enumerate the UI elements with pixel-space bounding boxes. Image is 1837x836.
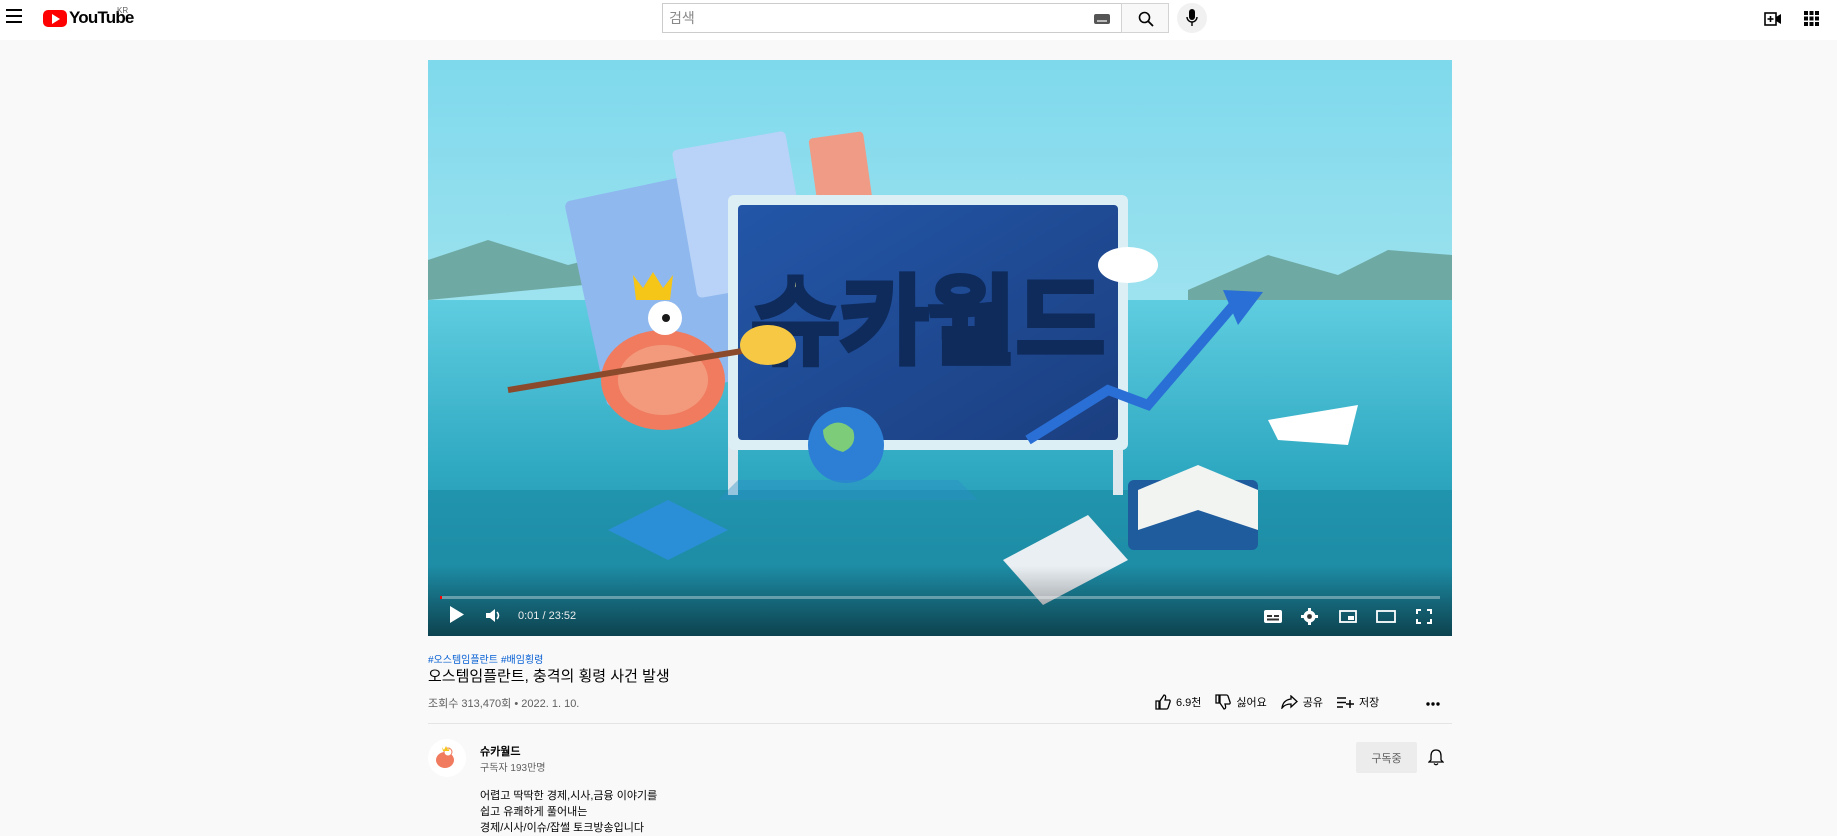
subtitles-icon[interactable] (1264, 610, 1282, 623)
settings-gear-icon[interactable] (1301, 608, 1318, 625)
save-playlist-icon (1337, 696, 1355, 708)
search-icon (1138, 11, 1154, 27)
region-code: KR (117, 6, 129, 15)
share-button[interactable]: 공유 (1281, 694, 1323, 710)
microphone-icon (1186, 9, 1198, 26)
progress-fill (440, 596, 442, 599)
description-line: 어렵고 딱딱한 경제,시사,금융 이야기를 (480, 790, 658, 802)
controls-overlay (428, 566, 1452, 636)
action-bar: 6.9천 싫어요 공유 저장 (1155, 694, 1379, 710)
description-line: 쉽고 유쾌하게 풀어내는 (480, 806, 588, 818)
voice-search-button[interactable] (1177, 3, 1207, 33)
share-label: 공유 (1302, 697, 1324, 709)
video-title: 오스템임플란트, 충격의 횡령 사건 발생 (428, 668, 670, 685)
play-icon[interactable] (450, 606, 464, 623)
video-player[interactable]: 슈카월드 0:01 / 23:52 (428, 60, 1452, 636)
search-input[interactable] (662, 3, 1121, 33)
progress-bar[interactable] (440, 596, 1440, 599)
like-count: 6.9천 (1176, 697, 1202, 709)
fullscreen-icon[interactable] (1416, 609, 1432, 624)
miniplayer-icon[interactable] (1339, 610, 1357, 623)
dislike-label: 싫어요 (1236, 697, 1267, 709)
time-display: 0:01 / 23:52 (518, 610, 577, 622)
like-button[interactable]: 6.9천 (1155, 694, 1201, 710)
thumbs-up-icon (1155, 694, 1171, 710)
dislike-button[interactable]: 싫어요 (1215, 694, 1267, 710)
show-title-text: 슈카월드 (751, 266, 1104, 378)
divider (428, 723, 1452, 724)
theater-mode-icon[interactable] (1376, 610, 1396, 623)
video-thumbnail-scene: 슈카월드 (428, 60, 1452, 636)
menu-icon[interactable] (6, 9, 22, 23)
shrimp-avatar-icon (428, 739, 466, 777)
volume-icon[interactable] (486, 609, 502, 622)
subscriber-count: 구독자 193만명 (480, 763, 546, 774)
apps-grid-icon[interactable] (1804, 11, 1819, 26)
description-line: 경제/시사/이슈/잡썰 토크방송입니다 (480, 822, 645, 834)
share-icon (1281, 695, 1298, 709)
search-button[interactable] (1121, 3, 1169, 33)
subscribe-button[interactable]: 구독중 (1356, 742, 1417, 773)
hashtags: #오스템임플란트 #배임횡령 (428, 651, 546, 666)
notification-bell-icon[interactable] (1428, 749, 1444, 766)
save-button[interactable]: 저장 (1337, 694, 1379, 710)
save-label: 저장 (1359, 697, 1380, 709)
channel-name[interactable]: 슈카월드 (480, 743, 520, 759)
thumbs-down-icon (1215, 694, 1232, 710)
video-meta: 조회수 313,470회 • 2022. 1. 10. (428, 698, 580, 710)
keyboard-icon[interactable] (1094, 14, 1110, 24)
create-video-icon[interactable] (1764, 12, 1782, 26)
more-options-icon[interactable] (1426, 702, 1440, 706)
youtube-play-icon (43, 9, 67, 27)
top-bar: YouTube KR (0, 0, 1837, 40)
channel-avatar[interactable] (428, 739, 466, 777)
